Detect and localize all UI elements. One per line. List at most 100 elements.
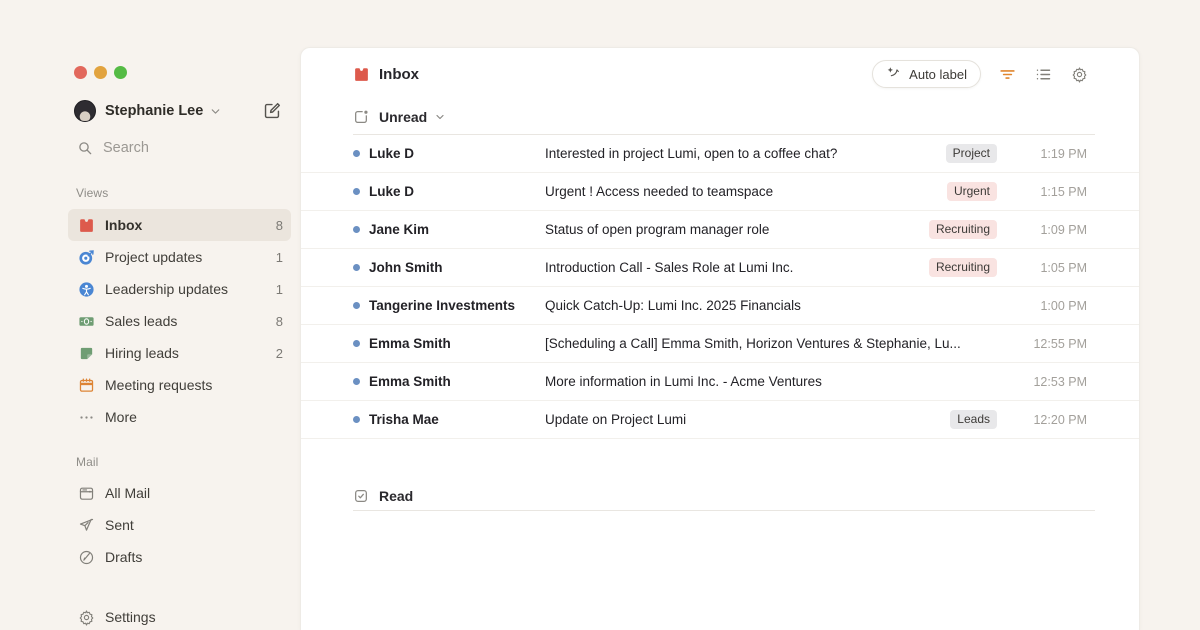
sparkle-wand-icon (886, 66, 902, 82)
email-sender: Luke D (369, 184, 545, 199)
email-row[interactable]: Emma Smith [Scheduling a Call] Emma Smit… (301, 325, 1139, 363)
email-sender: Emma Smith (369, 336, 545, 351)
sidebar-item-count: 2 (276, 346, 283, 361)
sidebar-item-count: 1 (276, 250, 283, 265)
account-switcher[interactable]: Stephanie Lee (74, 99, 222, 123)
calendar-icon (78, 377, 95, 394)
email-row[interactable]: Luke D Urgent ! Access needed to teamspa… (301, 173, 1139, 211)
sidebar-item-leadership-updates[interactable]: Leadership updates 1 (68, 273, 291, 305)
sidebar-item-count: 8 (276, 218, 283, 233)
email-time: 1:05 PM (1009, 261, 1087, 275)
list-view-icon[interactable] (1033, 64, 1053, 84)
email-subject: Introduction Call - Sales Role at Lumi I… (545, 260, 917, 275)
fullscreen-window-button[interactable] (114, 66, 127, 79)
inbox-tray-icon (78, 217, 95, 234)
ellipsis-icon (78, 409, 95, 426)
sidebar-item-label: Sent (105, 517, 134, 533)
mail-nav: All Mail Sent Drafts (68, 477, 291, 573)
email-subject: Quick Catch-Up: Lumi Inc. 2025 Financial… (545, 298, 997, 313)
sidebar-item-settings[interactable]: Settings (68, 601, 291, 630)
email-subject: [Scheduling a Call] Emma Smith, Horizon … (545, 336, 997, 351)
header-actions: Auto label (872, 60, 1089, 88)
email-sender: Trisha Mae (369, 412, 545, 427)
compose-button[interactable] (261, 101, 283, 123)
email-row[interactable]: Trisha Mae Update on Project Lumi Leads … (301, 401, 1139, 439)
email-row[interactable]: Emma Smith More information in Lumi Inc.… (301, 363, 1139, 401)
inbox-header: Inbox Auto label (301, 48, 1139, 100)
search-input[interactable]: Search (77, 137, 149, 159)
sidebar-item-all-mail[interactable]: All Mail (68, 477, 291, 509)
email-time: 1:19 PM (1009, 147, 1087, 161)
mail-section-label: Mail (76, 455, 98, 469)
email-row[interactable]: Luke D Interested in project Lumi, open … (301, 135, 1139, 173)
email-tag: Project (946, 144, 997, 163)
email-tag: Recruiting (929, 220, 997, 239)
gear-icon (78, 609, 95, 626)
window-controls (74, 66, 127, 79)
minimize-window-button[interactable] (94, 66, 107, 79)
archive-icon (78, 485, 95, 502)
sidebar-item-sales-leads[interactable]: Sales leads 8 (68, 305, 291, 337)
email-list: Luke D Interested in project Lumi, open … (301, 135, 1139, 439)
unread-dot (353, 302, 360, 309)
sidebar-item-hiring-leads[interactable]: Hiring leads 2 (68, 337, 291, 369)
auto-label-button[interactable]: Auto label (872, 60, 981, 88)
sidebar-item-label: All Mail (105, 485, 150, 501)
sidebar-item-count: 1 (276, 282, 283, 297)
email-subject: Urgent ! Access needed to teamspace (545, 184, 935, 199)
inbox-tray-icon (353, 66, 370, 83)
user-name: Stephanie Lee (105, 103, 203, 119)
unread-dot (353, 264, 360, 271)
sidebar-item-more[interactable]: More (68, 401, 291, 433)
email-time: 12:55 PM (1009, 337, 1087, 351)
unread-dot (353, 188, 360, 195)
inbox-panel: Inbox Auto label Unread (300, 47, 1140, 630)
unread-dot (353, 150, 360, 157)
email-sender: Emma Smith (369, 374, 545, 389)
unread-group-label: Unread (379, 109, 427, 125)
unread-dot (353, 416, 360, 423)
sidebar-item-inbox[interactable]: Inbox 8 (68, 209, 291, 241)
sidebar-item-label: Hiring leads (105, 345, 179, 361)
sidebar-item-project-updates[interactable]: Project updates 1 (68, 241, 291, 273)
sidebar-item-sent[interactable]: Sent (68, 509, 291, 541)
compose-icon (263, 101, 282, 120)
sidebar-item-meeting-requests[interactable]: Meeting requests (68, 369, 291, 401)
chevron-down-icon (209, 105, 222, 118)
person-circle-icon (78, 281, 95, 298)
app-window: Stephanie Lee Search Views Inbox 8 (0, 0, 1200, 630)
divider (353, 510, 1095, 511)
sidebar-item-label: Project updates (105, 249, 202, 265)
draft-circle-icon (78, 549, 95, 566)
unread-dot (353, 378, 360, 385)
read-group-label: Read (379, 488, 413, 504)
read-group-header[interactable]: Read (301, 482, 1139, 510)
sidebar-item-count: 8 (276, 314, 283, 329)
email-row[interactable]: Tangerine Investments Quick Catch-Up: Lu… (301, 287, 1139, 325)
views-section-label: Views (76, 186, 108, 200)
view-settings-gear-icon[interactable] (1069, 64, 1089, 84)
search-icon (77, 140, 93, 156)
unread-group-header[interactable]: Unread (301, 100, 1139, 134)
chevron-down-icon (434, 111, 446, 123)
sidebar-item-label: Leadership updates (105, 281, 228, 297)
auto-label-text: Auto label (909, 67, 967, 82)
read-checkbox-icon (353, 488, 369, 504)
email-subject: More information in Lumi Inc. - Acme Ven… (545, 374, 997, 389)
email-time: 1:09 PM (1009, 223, 1087, 237)
sidebar-item-label: More (105, 409, 137, 425)
filter-icon[interactable] (997, 64, 1017, 84)
sidebar: Stephanie Lee Search Views Inbox 8 (0, 0, 300, 630)
email-time: 1:15 PM (1009, 185, 1087, 199)
email-row[interactable]: Jane Kim Status of open program manager … (301, 211, 1139, 249)
close-window-button[interactable] (74, 66, 87, 79)
sidebar-item-drafts[interactable]: Drafts (68, 541, 291, 573)
avatar (74, 100, 96, 122)
email-sender: Jane Kim (369, 222, 545, 237)
email-subject: Interested in project Lumi, open to a co… (545, 146, 934, 161)
email-row[interactable]: John Smith Introduction Call - Sales Rol… (301, 249, 1139, 287)
sidebar-item-label: Inbox (105, 217, 142, 233)
email-sender: Tangerine Investments (369, 298, 545, 313)
paper-plane-icon (78, 517, 95, 534)
sidebar-item-label: Settings (105, 609, 156, 625)
